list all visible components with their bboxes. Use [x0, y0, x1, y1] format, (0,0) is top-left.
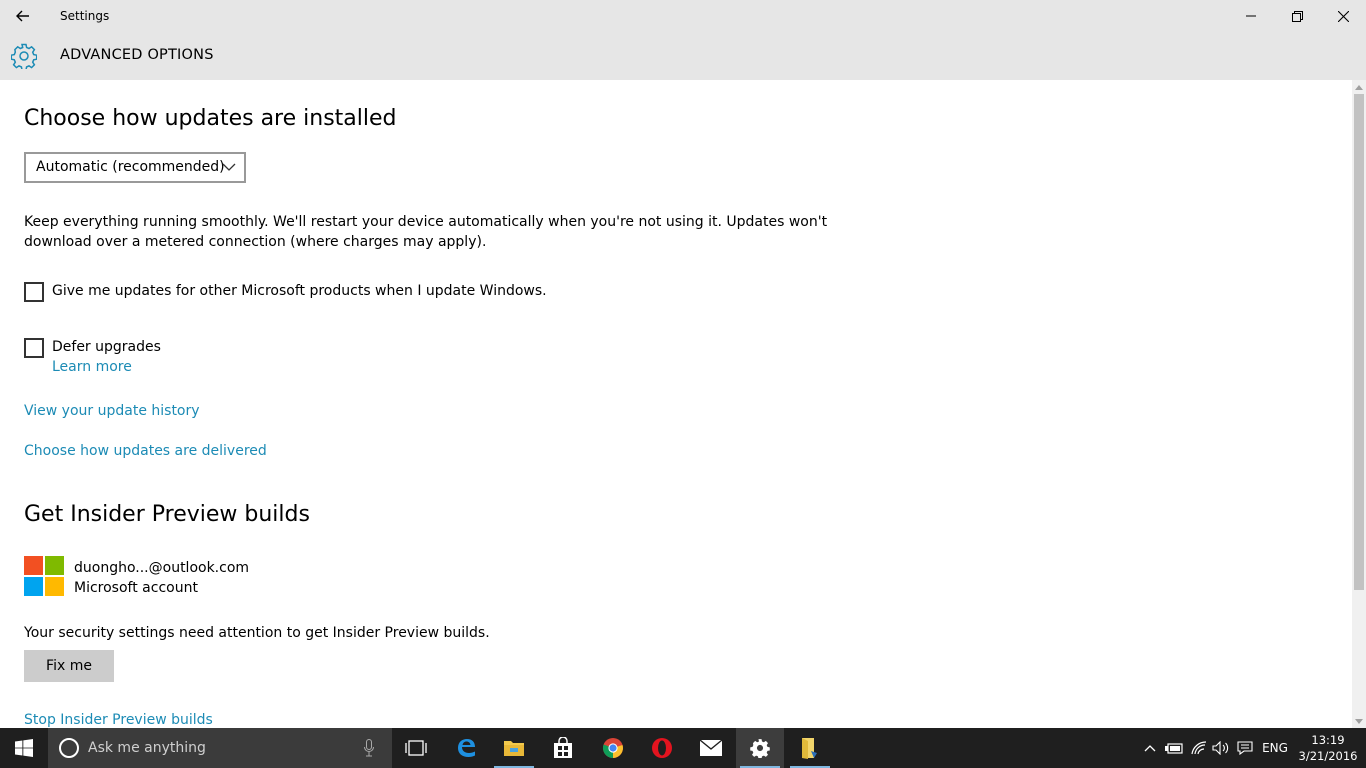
clock-date: 3/21/2016	[1298, 749, 1358, 763]
language-indicator[interactable]: ENG	[1258, 728, 1292, 768]
microphone-icon[interactable]	[364, 739, 374, 757]
file-explorer-icon	[504, 741, 524, 756]
windows-logo-icon	[15, 739, 33, 757]
defer-upgrades-label: Defer upgrades	[52, 339, 161, 355]
dropdown-value: Automatic (recommended)	[36, 159, 225, 175]
settings-button[interactable]	[736, 728, 784, 768]
network-button[interactable]	[1188, 728, 1210, 768]
cortana-search-box[interactable]: Ask me anything	[48, 728, 392, 768]
chevron-down-icon	[222, 163, 236, 171]
action-center-button[interactable]	[1234, 728, 1256, 768]
page-title: ADVANCED OPTIONS	[60, 47, 214, 63]
settings-content: Choose how updates are installed Automat…	[0, 80, 1352, 728]
install-description: Keep everything running smoothly. We'll …	[24, 212, 827, 252]
learn-more-link[interactable]: Learn more	[52, 359, 132, 375]
other-products-checkbox[interactable]	[24, 282, 44, 302]
folder-app-icon	[802, 738, 817, 759]
settings-icon	[750, 739, 770, 758]
show-hidden-icons-button[interactable]	[1140, 728, 1160, 768]
description-line-1: Keep everything running smoothly. We'll …	[24, 214, 828, 230]
scroll-up-arrow-icon	[1355, 84, 1363, 90]
gear-icon	[11, 43, 37, 69]
vertical-scrollbar[interactable]	[1352, 80, 1366, 728]
file-explorer-button[interactable]	[490, 728, 538, 768]
description-line-2: download over a metered connection (wher…	[24, 234, 487, 250]
volume-button[interactable]	[1210, 728, 1232, 768]
folder-app-button[interactable]	[786, 728, 834, 768]
stop-insider-link[interactable]: Stop Insider Preview builds	[24, 712, 213, 728]
chrome-button[interactable]	[589, 728, 637, 768]
chevron-up-icon	[1144, 745, 1156, 752]
scroll-down-button[interactable]	[1352, 714, 1366, 728]
cortana-icon	[59, 738, 79, 758]
install-heading: Choose how updates are installed	[24, 106, 397, 131]
mail-icon	[699, 739, 723, 756]
defer-upgrades-checkbox[interactable]	[24, 338, 44, 358]
speaker-icon	[1212, 741, 1229, 755]
store-button[interactable]	[539, 728, 587, 768]
system-clock[interactable]: 13:19 3/21/2016	[1296, 732, 1360, 764]
other-products-label: Give me updates for other Microsoft prod…	[52, 283, 547, 299]
security-message: Your security settings need attention to…	[24, 625, 490, 641]
window-title: Settings	[60, 9, 110, 23]
scroll-down-arrow-icon	[1355, 718, 1363, 724]
close-icon	[1337, 10, 1349, 22]
edge-icon	[458, 739, 475, 757]
restore-button[interactable]	[1274, 0, 1320, 32]
chrome-icon	[602, 738, 623, 759]
edge-button[interactable]	[442, 728, 490, 768]
account-email: duongho...@outlook.com	[74, 560, 250, 576]
clock-time: 13:19	[1311, 733, 1345, 747]
notification-icon	[1237, 741, 1253, 755]
close-button[interactable]	[1320, 0, 1366, 32]
store-icon	[554, 737, 572, 758]
start-button[interactable]	[0, 728, 48, 768]
battery-button[interactable]	[1162, 728, 1186, 768]
task-view-button[interactable]	[392, 728, 440, 768]
battery-icon	[1165, 743, 1183, 754]
restore-icon	[1291, 10, 1303, 22]
account-type: Microsoft account	[74, 580, 198, 596]
microsoft-logo-icon	[24, 556, 64, 596]
taskbar: Ask me anything ENG 13:19 3/21/2016	[0, 728, 1366, 768]
account-info: duongho...@outlook.com Microsoft account	[74, 558, 249, 598]
update-history-link[interactable]: View your update history	[24, 403, 200, 419]
title-bar: Settings	[0, 0, 1366, 32]
minimize-button[interactable]	[1228, 0, 1274, 32]
task-view-icon	[405, 740, 427, 756]
back-button[interactable]	[10, 6, 36, 26]
page-header: ADVANCED OPTIONS	[0, 32, 1366, 80]
wifi-icon	[1191, 741, 1207, 755]
scroll-up-button[interactable]	[1352, 80, 1366, 94]
insider-heading: Get Insider Preview builds	[24, 502, 310, 527]
mail-button[interactable]	[687, 728, 735, 768]
back-arrow-icon	[16, 10, 29, 22]
delivery-options-link[interactable]: Choose how updates are delivered	[24, 443, 267, 459]
scroll-thumb[interactable]	[1354, 94, 1364, 590]
opera-icon	[652, 738, 672, 758]
fix-me-button[interactable]: Fix me	[24, 650, 114, 682]
minimize-icon	[1246, 15, 1256, 17]
install-method-dropdown[interactable]: Automatic (recommended)	[24, 152, 246, 183]
opera-button[interactable]	[638, 728, 686, 768]
search-placeholder: Ask me anything	[88, 740, 206, 756]
